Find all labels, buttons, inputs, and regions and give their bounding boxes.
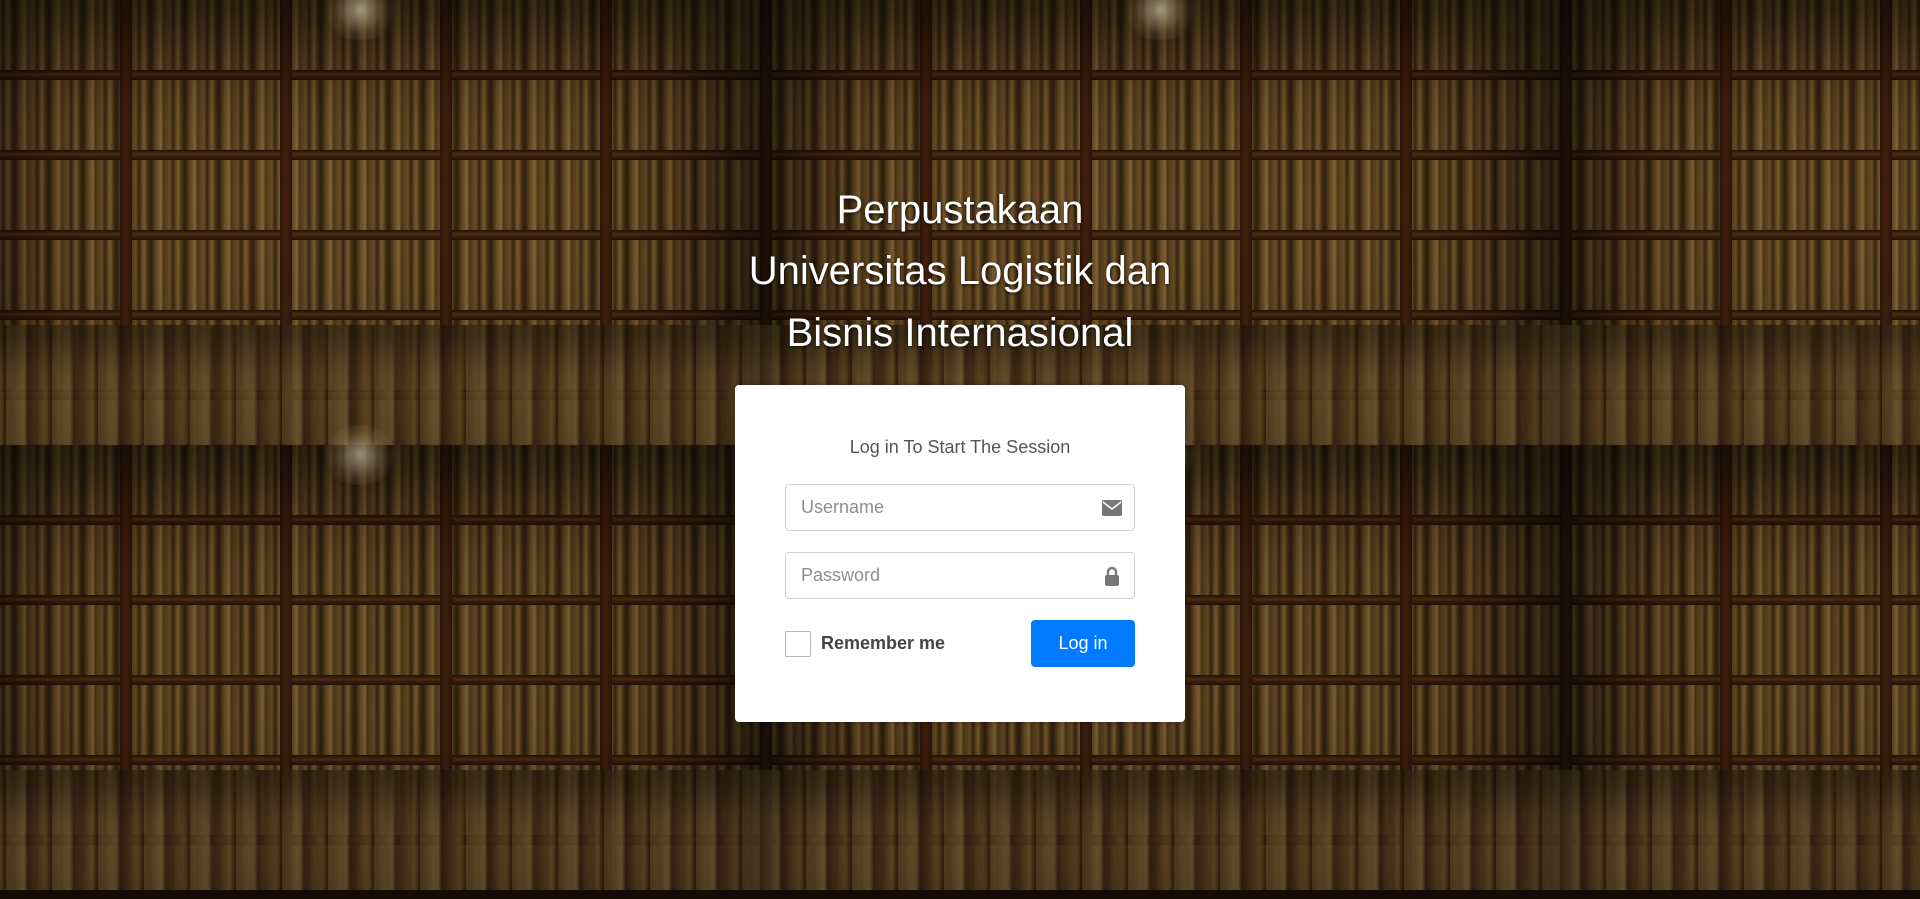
envelope-icon — [1090, 485, 1134, 530]
login-message: Log in To Start The Session — [849, 437, 1071, 457]
site-title: Perpustakaan Universitas Logistik dan Bi… — [735, 180, 1185, 364]
username-input[interactable] — [786, 485, 1090, 530]
password-field-group — [785, 552, 1135, 599]
login-card: Log in To Start The Session Username Rem… — [735, 385, 1185, 722]
password-input[interactable] — [786, 553, 1090, 598]
remember-me-label: Remember me — [821, 633, 946, 653]
lock-icon — [1090, 553, 1134, 598]
title-line-2: Universitas Logistik dan — [748, 249, 1172, 293]
login-button[interactable]: Log in — [1031, 620, 1135, 667]
login-actions-row: Remember me Log in — [785, 620, 1135, 667]
title-line-1: Perpustakaan — [836, 188, 1084, 232]
login-box: Perpustakaan Universitas Logistik dan Bi… — [735, 180, 1185, 722]
username-field-group — [785, 484, 1135, 531]
title-line-3: Bisnis Internasional — [786, 311, 1134, 355]
remember-me-checkbox[interactable] — [785, 630, 811, 657]
remember-me[interactable]: Remember me — [785, 630, 946, 657]
